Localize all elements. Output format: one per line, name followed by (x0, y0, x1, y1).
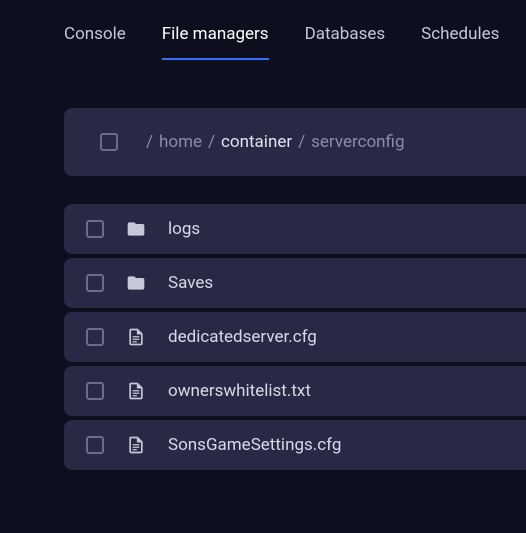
row-name: SonsGameSettings.cfg (168, 435, 341, 455)
breadcrumb-seg-home[interactable]: home (159, 132, 202, 152)
row-name: Saves (168, 273, 213, 293)
file-icon (126, 435, 146, 455)
breadcrumb: / home / container / serverconfig (146, 132, 405, 152)
tab-file-managers[interactable]: File managers (162, 24, 269, 60)
file-icon (126, 327, 146, 347)
row-checkbox[interactable] (86, 328, 104, 346)
breadcrumb-bar: / home / container / serverconfig (64, 108, 526, 176)
tab-bar: Console File managers Databases Schedule… (0, 0, 526, 60)
file-row[interactable]: Saves (64, 258, 526, 308)
tab-databases[interactable]: Databases (305, 24, 386, 60)
tab-schedules[interactable]: Schedules (421, 24, 499, 60)
file-rows: logs Saves dedicatedserver.cfg ownerswhi… (64, 204, 526, 470)
file-row[interactable]: dedicatedserver.cfg (64, 312, 526, 362)
row-name: logs (168, 219, 200, 239)
file-icon (126, 381, 146, 401)
breadcrumb-sep: / (146, 132, 153, 152)
file-row[interactable]: ownerswhitelist.txt (64, 366, 526, 416)
breadcrumb-sep: / (298, 132, 305, 152)
row-name: ownerswhitelist.txt (168, 381, 311, 401)
row-name: dedicatedserver.cfg (168, 327, 317, 347)
breadcrumb-seg-serverconfig[interactable]: serverconfig (311, 132, 404, 152)
tab-console[interactable]: Console (64, 24, 126, 60)
content: / home / container / serverconfig logs S… (0, 60, 526, 470)
folder-icon (126, 219, 146, 239)
file-row[interactable]: SonsGameSettings.cfg (64, 420, 526, 470)
row-checkbox[interactable] (86, 382, 104, 400)
select-all-checkbox[interactable] (100, 133, 118, 151)
folder-icon (126, 273, 146, 293)
row-checkbox[interactable] (86, 274, 104, 292)
breadcrumb-seg-container[interactable]: container (221, 132, 292, 152)
row-checkbox[interactable] (86, 436, 104, 454)
row-checkbox[interactable] (86, 220, 104, 238)
file-row[interactable]: logs (64, 204, 526, 254)
breadcrumb-sep: / (208, 132, 215, 152)
